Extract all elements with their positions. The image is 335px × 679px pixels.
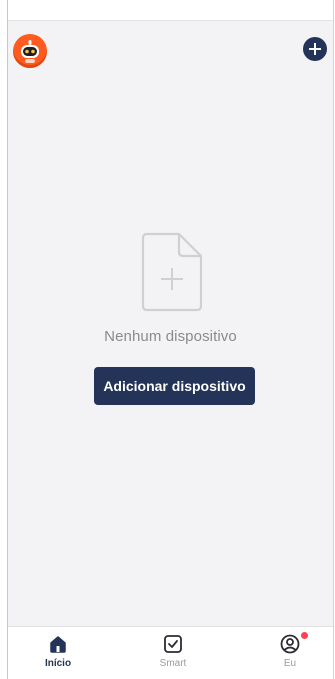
empty-state: Nenhum dispositivo Adicionar dispositivo <box>8 232 333 412</box>
tab-home-label: Início <box>44 658 72 669</box>
plus-circle-icon <box>309 43 321 55</box>
avatar[interactable] <box>13 34 47 68</box>
header <box>8 20 333 74</box>
empty-file-icon <box>141 232 203 312</box>
notification-dot <box>301 632 308 639</box>
app-frame: Nenhum dispositivo Adicionar dispositivo… <box>7 0 334 679</box>
robot-icon <box>21 40 39 63</box>
empty-state-message: Nenhum dispositivo <box>104 328 237 345</box>
tab-smart[interactable]: Smart <box>143 633 203 677</box>
checkbox-icon <box>164 635 182 653</box>
add-device-button[interactable]: Adicionar dispositivo <box>94 367 255 405</box>
user-icon <box>280 634 300 654</box>
status-bar <box>8 0 333 21</box>
home-icon <box>50 636 66 653</box>
tab-smart-label: Smart <box>159 658 187 669</box>
tab-me-label: Eu <box>283 658 297 669</box>
tab-bar: Início Smart Eu <box>8 626 333 679</box>
tab-home[interactable]: Início <box>28 633 88 677</box>
tab-me[interactable]: Eu <box>260 632 320 677</box>
add-device-icon-button[interactable] <box>303 37 327 61</box>
